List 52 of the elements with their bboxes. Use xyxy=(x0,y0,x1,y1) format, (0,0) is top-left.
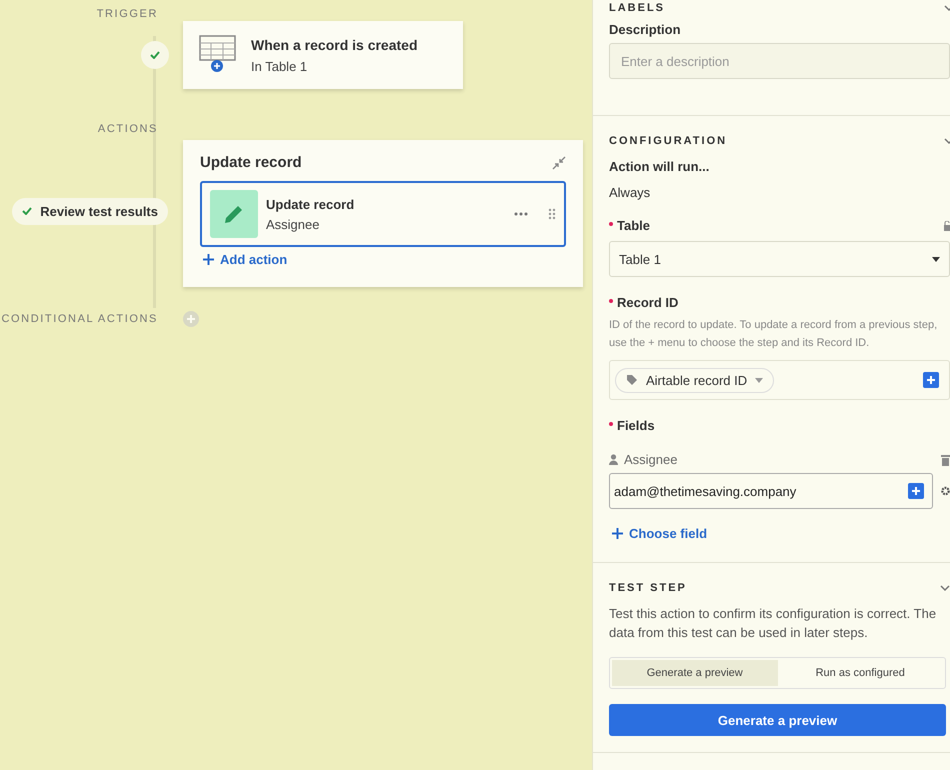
record-id-token[interactable]: Airtable record ID xyxy=(615,368,774,392)
test-description: Test this action to confirm its configuration is correct. The data from this test can be used in later steps. xyxy=(609,605,938,642)
collapse-icon[interactable] xyxy=(552,156,566,170)
drag-handle-icon[interactable] xyxy=(548,208,556,220)
run-condition: Always xyxy=(609,185,652,200)
table-select[interactable]: Table 1 xyxy=(609,241,950,277)
action-step[interactable]: Update record Assignee xyxy=(200,181,566,247)
step-title: Update record xyxy=(266,196,356,212)
more-icon[interactable] xyxy=(514,212,528,216)
plus-icon xyxy=(911,486,921,496)
plus-icon xyxy=(926,375,936,385)
check-icon xyxy=(22,207,32,215)
dropdown-arrow-icon xyxy=(755,378,764,382)
pencil-icon xyxy=(210,190,258,238)
section-label: TRIGGER xyxy=(96,7,158,20)
tag-icon xyxy=(626,374,638,386)
person-icon xyxy=(609,454,618,465)
trigger-title: When a record is created xyxy=(251,36,418,52)
review-test-results-button[interactable]: Review test results xyxy=(12,198,168,224)
lock-icon[interactable] xyxy=(944,220,950,230)
field-label: Table xyxy=(617,218,650,233)
generate-preview-button[interactable]: Generate a preview xyxy=(609,704,946,736)
section-label: CONDITIONAL ACTIONS xyxy=(0,312,158,327)
mode-toggle[interactable]: Generate a preview xyxy=(612,660,778,686)
field-name: Assignee xyxy=(624,452,678,467)
plus-icon xyxy=(612,528,623,539)
step-subtitle: Assignee xyxy=(266,216,320,232)
trigger-subtitle: In Table 1 xyxy=(251,58,308,74)
add-action-link[interactable]: Add action xyxy=(200,252,290,267)
plus-icon xyxy=(203,254,214,265)
trash-icon[interactable] xyxy=(941,454,950,466)
add-button[interactable] xyxy=(923,372,939,388)
field-value-input[interactable]: adam@thetimesaving.company xyxy=(609,473,933,509)
field-label: Record ID xyxy=(617,295,678,310)
choose-field-link[interactable]: Choose field xyxy=(609,526,710,541)
field-label: Action will run... xyxy=(609,159,710,174)
dropdown-arrow-icon xyxy=(932,256,940,262)
mode-toggle[interactable]: Run as configured xyxy=(778,660,943,686)
gear-icon[interactable] xyxy=(941,486,950,496)
table-icon xyxy=(199,35,237,75)
section-heading: CONFIGURATION xyxy=(609,135,728,147)
record-id-field[interactable]: Airtable record ID xyxy=(609,360,950,400)
section-heading: LABELS xyxy=(609,2,665,14)
field-label: Fields xyxy=(617,418,655,433)
trigger-card[interactable]: When a record is created In Table 1 xyxy=(183,21,463,89)
section-label: ACTIONS xyxy=(96,122,158,135)
field-label: Description xyxy=(609,22,682,37)
help-text: ID of the record to update. To update a record from a previous step, use the + menu to choose the step and its Record ID. xyxy=(609,318,938,351)
add-button[interactable] xyxy=(908,483,924,499)
section-heading: TEST STEP xyxy=(609,582,687,594)
chevron-down-icon[interactable] xyxy=(940,584,950,592)
action-group-title: Update record xyxy=(200,154,302,171)
